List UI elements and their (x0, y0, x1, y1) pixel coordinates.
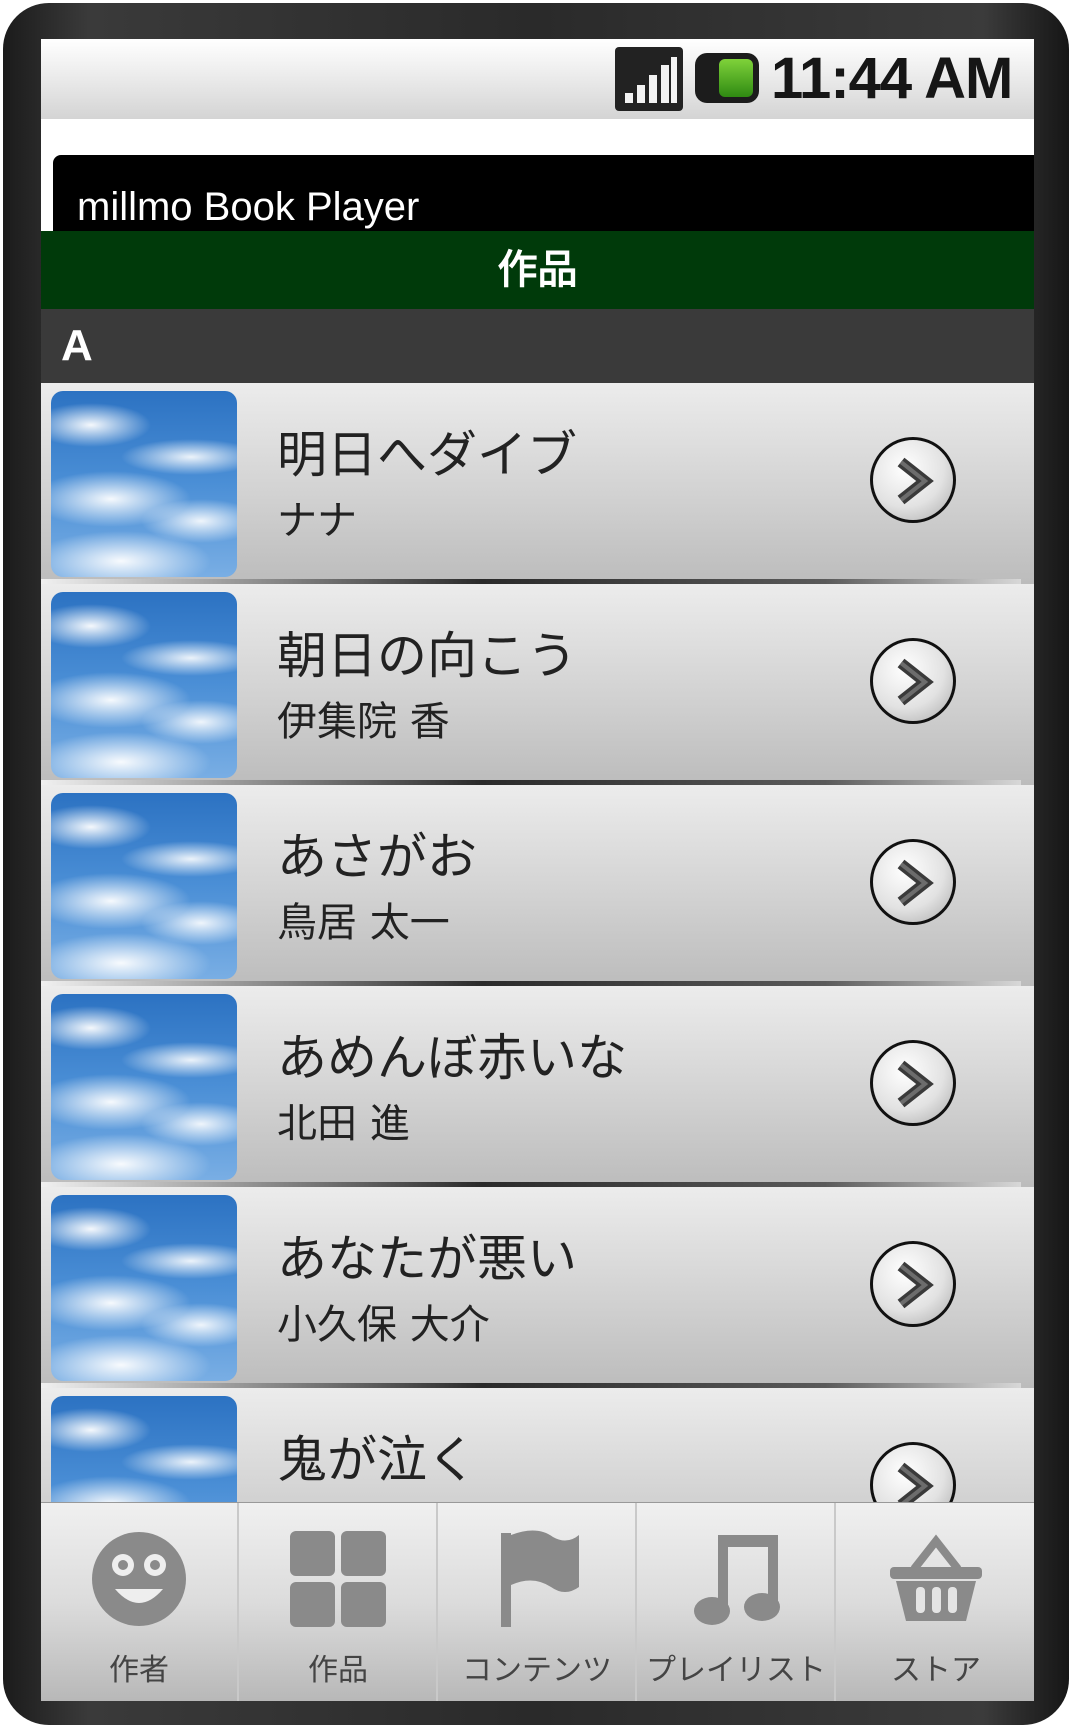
item-title: 朝日の向こう (277, 627, 577, 685)
basket-icon (886, 1529, 986, 1633)
tab-label: コンテンツ (462, 1653, 612, 1688)
face-icon (89, 1529, 189, 1633)
category-header: 作品 (41, 231, 1034, 309)
tab-label: ストア (891, 1653, 981, 1688)
tab-works[interactable]: 作品 (240, 1503, 438, 1701)
music-note-icon (686, 1529, 786, 1633)
item-title: あなたが悪い (277, 1230, 577, 1288)
tab-contents[interactable]: コンテンツ (439, 1503, 637, 1701)
item-author: 鳥居 太一 (277, 900, 450, 946)
grid-icon (288, 1529, 388, 1633)
item-title: あめんぼ赤いな (277, 1029, 627, 1087)
chevron-right-icon[interactable] (870, 1241, 956, 1327)
status-bar: 11:44 AM (41, 39, 1034, 119)
device-frame: 11:44 AM millmo Book Player 作品 A 明日へダイブ … (3, 3, 1069, 1725)
cover-thumbnail (51, 391, 237, 577)
tab-label: プレイリスト (646, 1653, 826, 1688)
bottom-tab-bar: 作者 作品 コンテンツ プレイリスト ストア (41, 1502, 1034, 1701)
tab-authors[interactable]: 作者 (41, 1503, 239, 1701)
flag-icon (487, 1529, 587, 1633)
item-author: 北田 進 (277, 1101, 410, 1147)
status-time: 11:44 AM (771, 46, 1013, 111)
tab-playlist[interactable]: プレイリスト (638, 1503, 836, 1701)
signal-icon (615, 47, 683, 111)
list-item[interactable]: あさがお 鳥居 太一 (41, 785, 1034, 986)
cover-thumbnail (51, 994, 237, 1180)
list-item[interactable]: 明日へダイブ ナナ (41, 383, 1034, 584)
list-item[interactable]: 朝日の向こう 伊集院 香 (41, 584, 1034, 785)
item-title: 鬼が泣く (277, 1431, 477, 1489)
list-item[interactable]: あめんぼ赤いな 北田 進 (41, 986, 1034, 1187)
cover-thumbnail (51, 592, 237, 778)
item-title: 明日へダイブ (277, 426, 577, 484)
item-author: 小久保 大介 (277, 1302, 490, 1348)
tab-label: 作者 (109, 1653, 169, 1688)
list-item[interactable]: あなたが悪い 小久保 大介 (41, 1187, 1034, 1388)
tab-label: 作品 (308, 1653, 368, 1688)
section-header: A (41, 309, 1034, 383)
cover-thumbnail (51, 793, 237, 979)
item-author: 伊集院 香 (277, 699, 450, 745)
chevron-right-icon[interactable] (870, 839, 956, 925)
works-list: 明日へダイブ ナナ 朝日の向こう 伊集院 香 あさがお 鳥居 太一 あめんぼ赤い… (41, 383, 1034, 1543)
chevron-right-icon[interactable] (870, 1040, 956, 1126)
tab-store[interactable]: ストア (837, 1503, 1034, 1701)
item-author: ナナ (277, 498, 357, 544)
item-title: あさがお (277, 828, 477, 886)
chevron-right-icon[interactable] (870, 437, 956, 523)
battery-icon (695, 53, 759, 103)
screen: 11:44 AM millmo Book Player 作品 A 明日へダイブ … (41, 39, 1034, 1701)
cover-thumbnail (51, 1195, 237, 1381)
chevron-right-icon[interactable] (870, 638, 956, 724)
